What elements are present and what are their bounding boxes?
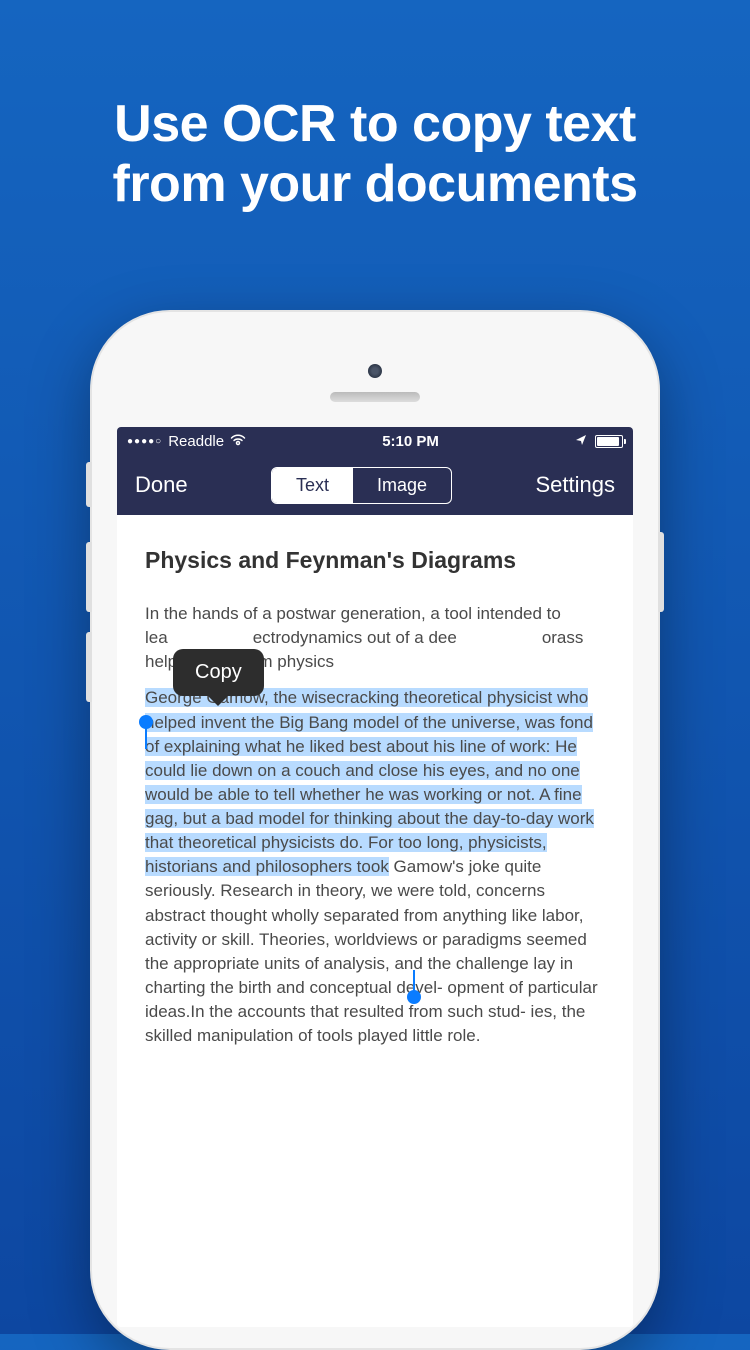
body-rest: Gamow's joke quite seriously. Research i… bbox=[145, 857, 598, 1045]
status-right bbox=[575, 433, 623, 450]
status-time: 5:10 PM bbox=[382, 433, 439, 450]
copy-label: Copy bbox=[195, 661, 242, 683]
phone-screen: ●●●●○ Readdle 5:10 PM Done Text Image Se… bbox=[117, 427, 633, 1327]
wifi-icon bbox=[230, 433, 246, 450]
mute-switch bbox=[86, 462, 92, 507]
copy-popup[interactable]: Copy bbox=[173, 649, 264, 696]
intro-mid: ectrodynamics out of a dee bbox=[253, 628, 457, 647]
settings-button[interactable]: Settings bbox=[535, 472, 615, 498]
document-body: George Gamow, the wisecracking theoretic… bbox=[145, 686, 605, 1048]
done-button[interactable]: Done bbox=[135, 472, 188, 498]
volume-down-button bbox=[86, 632, 92, 702]
earpiece-speaker-icon bbox=[330, 392, 420, 402]
location-icon bbox=[575, 433, 587, 450]
signal-dots-icon: ●●●●○ bbox=[127, 436, 162, 447]
volume-up-button bbox=[86, 542, 92, 612]
hero-line2: from your documents bbox=[113, 155, 638, 213]
selected-text[interactable]: George Gamow, the wisecracking theoretic… bbox=[145, 688, 594, 876]
phone-top-hardware bbox=[92, 312, 658, 427]
power-button bbox=[658, 532, 664, 612]
phone-frame: ●●●●○ Readdle 5:10 PM Done Text Image Se… bbox=[90, 310, 660, 1350]
hero-line1: Use OCR to copy text bbox=[114, 95, 636, 153]
status-left: ●●●●○ Readdle bbox=[127, 433, 246, 450]
battery-icon bbox=[595, 435, 623, 448]
segment-text[interactable]: Text bbox=[272, 468, 353, 503]
front-camera-icon bbox=[368, 364, 382, 378]
selection-handle-end[interactable] bbox=[407, 990, 421, 1004]
selection-handle-start[interactable] bbox=[139, 715, 153, 729]
segmented-control: Text Image bbox=[271, 467, 452, 504]
document-title: Physics and Feynman's Diagrams bbox=[145, 547, 605, 574]
nav-bar: Done Text Image Settings bbox=[117, 455, 633, 515]
segment-image[interactable]: Image bbox=[353, 468, 451, 503]
hero-headline: Use OCR to copy text from your documents bbox=[0, 0, 750, 215]
carrier-label: Readdle bbox=[168, 433, 224, 450]
status-bar: ●●●●○ Readdle 5:10 PM bbox=[117, 427, 633, 455]
document-view[interactable]: Physics and Feynman's Diagrams In the ha… bbox=[117, 515, 633, 1327]
